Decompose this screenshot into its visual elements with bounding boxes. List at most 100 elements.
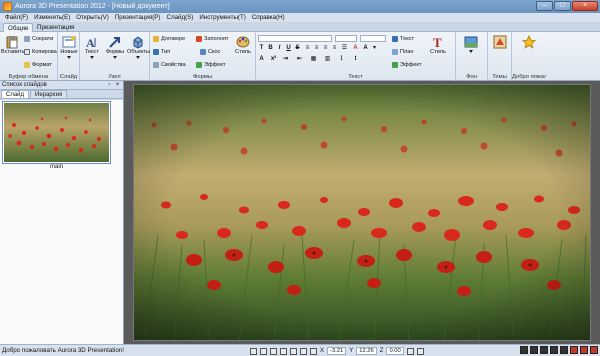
bold-icon[interactable]: B — [267, 45, 274, 52]
scale-tool-icon[interactable] — [300, 347, 307, 355]
view-2-icon[interactable] — [530, 346, 538, 354]
columns-icon[interactable]: ▥ — [324, 56, 331, 63]
menu-file[interactable]: Файл(F) — [2, 14, 31, 21]
title-bar: Aurora 3D Presentation 2012 - [Новый док… — [0, 0, 600, 13]
align-left-icon[interactable]: ≡ — [304, 45, 311, 52]
type-button[interactable]: Тип — [153, 49, 170, 55]
numbering-icon[interactable]: ⁝ — [352, 56, 359, 63]
status-message: Добро пожаловать Aurora 3D Presentation! — [2, 347, 124, 354]
y-coordinate-value[interactable]: 12.26 — [356, 347, 377, 355]
pin-icon[interactable]: ▫ — [106, 82, 113, 89]
render-p-icon[interactable] — [580, 346, 588, 354]
minimize-button[interactable]: – — [536, 1, 553, 11]
grid-icon[interactable] — [416, 347, 424, 355]
themes-group-label: Темы — [492, 74, 507, 80]
chevron-down-icon — [136, 56, 140, 59]
menu-presentation[interactable]: Презентация(P) — [112, 14, 164, 21]
font-family-select[interactable] — [258, 35, 332, 42]
node-group-label: Узел — [108, 74, 121, 80]
effect-button[interactable]: Эффект — [196, 62, 225, 68]
shapes-arrow-icon — [109, 37, 120, 48]
bullets-icon[interactable]: ⋮ — [338, 56, 345, 63]
render-r-icon[interactable] — [570, 346, 578, 354]
light-tool-icon[interactable] — [270, 347, 277, 355]
underline-icon[interactable]: U — [285, 45, 292, 52]
tab-hierarchy[interactable]: Иерархия — [30, 90, 68, 98]
font-size-select[interactable] — [335, 35, 357, 42]
font-size-icon[interactable]: A — [258, 56, 265, 63]
menu-tools[interactable]: Инструменты(T) — [196, 14, 248, 21]
view-1-icon[interactable] — [520, 346, 528, 354]
welcome-button[interactable] — [518, 35, 540, 49]
slide-canvas[interactable] — [133, 84, 591, 341]
text-effect-button[interactable]: Эффект — [392, 62, 421, 68]
camera-tool-icon[interactable] — [260, 347, 267, 355]
menu-open[interactable]: Открыть(V) — [73, 14, 112, 21]
view-5-icon[interactable] — [560, 346, 568, 354]
x-coordinate-value[interactable]: -3.21 — [327, 347, 347, 355]
text-plan-button[interactable]: План — [392, 49, 414, 55]
svg-text:T: T — [433, 35, 442, 49]
chevron-down-icon[interactable]: ▾ — [371, 45, 378, 52]
text-style-button[interactable]: T Стиль — [427, 35, 449, 55]
properties-button[interactable]: Свойства — [153, 62, 186, 68]
panel-tabs: Слайд Иерархия — [0, 90, 123, 99]
close-icon[interactable]: × — [114, 82, 121, 89]
fill-button[interactable]: Заполнят — [196, 36, 228, 42]
indent-icon[interactable]: ⇥ — [282, 56, 289, 63]
new-slide-button[interactable]: Новые — [58, 35, 80, 59]
list-icon[interactable]: ☰ — [341, 45, 348, 52]
3d-object-icon — [133, 36, 143, 49]
justify-icon[interactable]: ≡ — [331, 45, 338, 52]
align-center-icon[interactable]: ≡ — [313, 45, 320, 52]
text-3d-button[interactable]: Текст — [392, 36, 414, 42]
superscript-icon[interactable]: x² — [270, 56, 277, 63]
menu-help[interactable]: Справка(H) — [249, 14, 288, 21]
themes-button[interactable] — [489, 35, 511, 49]
text-format-icon[interactable]: T — [258, 45, 265, 52]
view-4-icon[interactable] — [550, 346, 558, 354]
tab-slide[interactable]: Слайд — [1, 90, 30, 98]
shape-format-group: Договоре Заполнят Тип Скос Свойства Эффе… — [150, 32, 256, 81]
copy-button[interactable]: Копирова — [24, 49, 57, 55]
strikethrough-icon[interactable]: S — [294, 45, 301, 52]
render-r2-icon[interactable] — [590, 346, 598, 354]
align-right-icon[interactable]: ≡ — [322, 45, 329, 52]
chevron-down-icon — [113, 56, 117, 59]
paste-button[interactable]: Вставить — [1, 35, 25, 55]
maximize-button[interactable]: □ — [554, 1, 571, 11]
background-button[interactable] — [460, 35, 482, 53]
select-tool-icon[interactable] — [250, 347, 257, 355]
outdent-icon[interactable]: ⇤ — [296, 56, 303, 63]
contract-button[interactable]: Договоре — [153, 36, 185, 42]
view-buttons — [520, 346, 598, 354]
line-spacing-select[interactable] — [360, 35, 386, 42]
shape-style-button[interactable]: Стиль — [232, 35, 254, 55]
bevel-button[interactable]: Скос — [200, 49, 220, 55]
contract-icon — [153, 36, 159, 42]
shapes-button[interactable]: Формы — [104, 35, 126, 59]
font-color-icon[interactable]: A — [352, 45, 359, 52]
objects-button[interactable]: Объекты — [127, 35, 150, 59]
table-icon[interactable]: ▦ — [310, 56, 317, 63]
text-node-button[interactable]: A Текст — [81, 35, 103, 59]
z-coordinate-value[interactable]: 0.00 — [386, 347, 404, 355]
close-button[interactable]: × — [572, 1, 598, 11]
snap-icon[interactable] — [406, 347, 414, 355]
zoom-tool-icon[interactable] — [310, 347, 317, 355]
chevron-down-icon — [469, 50, 473, 53]
grow-font-icon[interactable]: A — [362, 45, 369, 52]
view-3-icon[interactable] — [540, 346, 548, 354]
node-group: A Текст Формы Объекты Узел — [80, 32, 150, 81]
format-painter-button[interactable]: Формат — [24, 62, 52, 68]
cut-button[interactable]: Сократи — [24, 36, 53, 42]
slide-thumbnail[interactable] — [2, 101, 111, 164]
text-group-label: Текст — [348, 74, 363, 80]
menu-slide[interactable]: Слайд(S) — [163, 14, 196, 21]
window-title: Aurora 3D Presentation 2012 - [Новый док… — [15, 3, 170, 10]
rotate-tool-icon[interactable] — [290, 347, 297, 355]
menu-edit[interactable]: Изменить(E) — [31, 14, 73, 21]
italic-icon[interactable]: I — [276, 45, 283, 52]
clipboard-group: Вставить Сократи Копирова Формат Буфер о… — [0, 32, 58, 81]
move-tool-icon[interactable] — [280, 347, 287, 355]
